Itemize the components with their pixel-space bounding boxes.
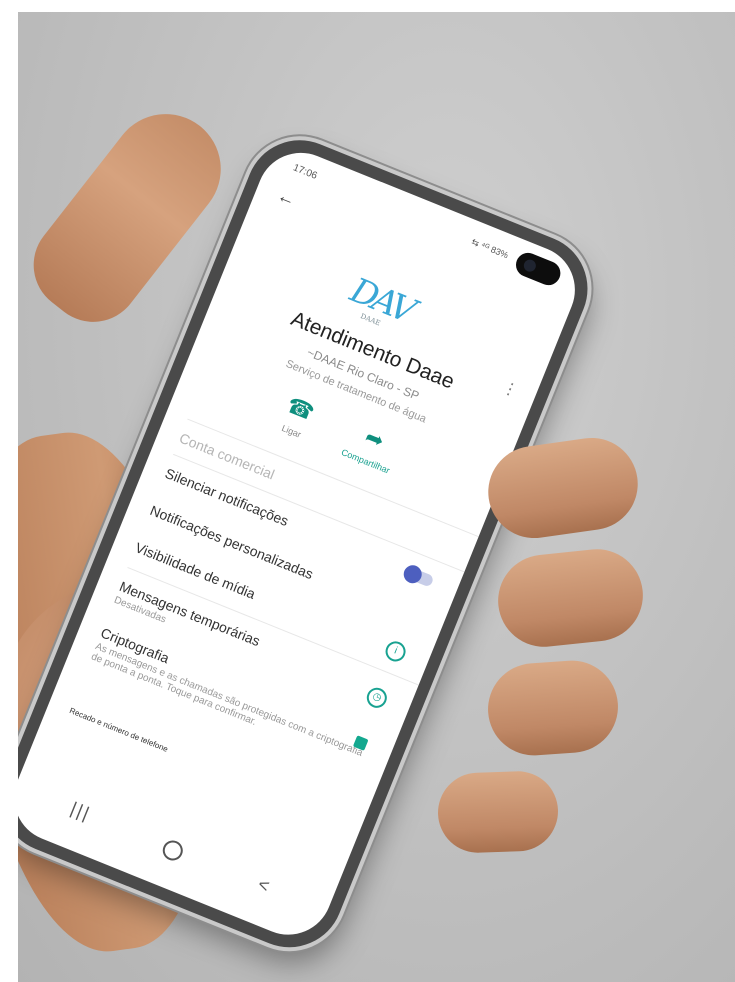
bottom-note: Recado e número de telefone (68, 706, 170, 754)
call-button[interactable]: ☎ Ligar (257, 384, 338, 449)
status-icons: ⇆ ⁴ᴳ 83% (470, 236, 510, 261)
hand-finger (436, 769, 560, 855)
mute-toggle[interactable] (402, 565, 435, 588)
hand-finger (493, 544, 648, 652)
back-arrow-icon[interactable]: ← (274, 185, 299, 211)
home-icon[interactable] (159, 837, 186, 864)
hand-finger (484, 657, 622, 759)
back-icon[interactable]: < (255, 874, 272, 897)
front-camera (512, 249, 565, 289)
photo-background: 17:06 ⇆ ⁴ᴳ 83% ← ⋮ DAV DAAE Atendimento … (18, 12, 735, 982)
logo-text: DAV (344, 270, 418, 331)
recents-icon[interactable]: ||| (67, 798, 94, 825)
status-time: 17:06 (291, 162, 319, 182)
share-button[interactable]: ➦ Compartilhar (331, 414, 412, 479)
image-border (0, 0, 18, 982)
